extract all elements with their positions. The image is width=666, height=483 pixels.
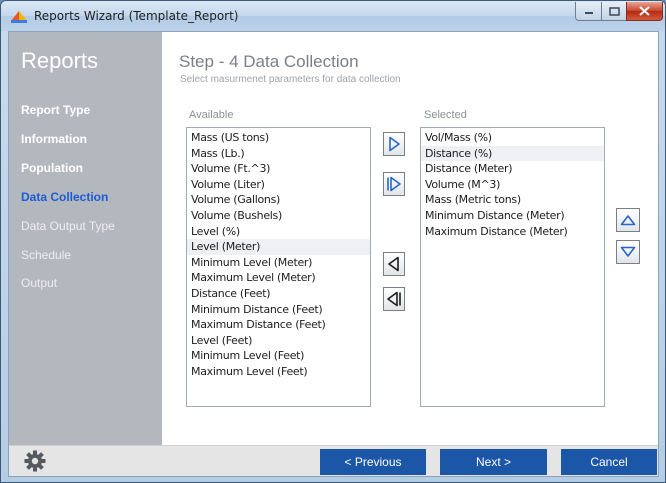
list-item[interactable]: Distance (Meter)	[421, 161, 604, 177]
nav-information[interactable]: Information	[21, 132, 87, 146]
list-item[interactable]: Vol/Mass (%)	[421, 130, 604, 146]
previous-button[interactable]: < Previous	[320, 449, 426, 475]
close-button[interactable]	[626, 2, 663, 21]
list-item[interactable]: Maximum Level (Feet)	[187, 364, 370, 380]
title-bar[interactable]: Reports Wizard (Template_Report)	[1, 1, 665, 31]
app-logo-icon	[11, 11, 27, 23]
move-up-button[interactable]	[616, 208, 640, 232]
available-listbox[interactable]: Mass (US tons) Mass (Lb.) Volume (Ft.^3) Vo…	[186, 127, 371, 407]
minimize-button[interactable]	[575, 2, 602, 21]
add-button[interactable]	[383, 132, 405, 156]
list-item[interactable]: Distance (Feet)	[187, 286, 370, 302]
list-item[interactable]: Volume (Ft.^3)	[187, 161, 370, 177]
play-left-icon	[388, 256, 399, 272]
list-item[interactable]: Minimum Level (Meter)	[187, 255, 370, 271]
maximize-button[interactable]	[601, 2, 627, 21]
remove-all-button[interactable]	[383, 287, 405, 311]
list-item[interactable]: Level (%)	[187, 224, 370, 240]
list-item[interactable]: Maximum Distance (Feet)	[187, 317, 370, 333]
close-icon	[639, 6, 650, 16]
list-item[interactable]: Maximum Level (Meter)	[187, 270, 370, 286]
nav-data-output-type[interactable]: Data Output Type	[21, 219, 115, 233]
list-item[interactable]: Mass (US tons)	[187, 130, 370, 146]
list-item[interactable]: Minimum Level (Feet)	[187, 348, 370, 364]
play-right-icon	[389, 136, 400, 152]
sidebar-title: Reports	[21, 48, 99, 73]
selected-label: Selected	[424, 109, 467, 121]
cancel-button[interactable]: Cancel	[561, 449, 657, 475]
list-item[interactable]: Volume (Bushels)	[187, 208, 370, 224]
nav-output[interactable]: Output	[21, 276, 57, 290]
list-item[interactable]: Minimum Distance (Meter)	[421, 208, 604, 224]
nav-schedule[interactable]: Schedule	[21, 248, 71, 262]
add-all-button[interactable]	[383, 172, 405, 196]
wizard-window: Reports Wizard (Template_Report) Reports…	[0, 0, 666, 483]
wizard-body: Reports Report Type Information Populati…	[8, 31, 659, 477]
nav-population[interactable]: Population	[21, 161, 83, 175]
remove-button[interactable]	[383, 252, 405, 276]
next-button[interactable]: Next >	[440, 449, 547, 475]
nav-data-collection[interactable]: Data Collection	[21, 190, 108, 204]
list-item[interactable]: Maximum Distance (Meter)	[421, 224, 604, 240]
step-title: Step - 4 Data Collection	[179, 52, 359, 71]
double-play-right-icon	[387, 176, 401, 192]
wizard-footer: < Previous Next > Cancel	[9, 445, 658, 476]
step-subtitle: Select masurmenet parameters for data co…	[180, 74, 401, 85]
double-play-left-icon	[387, 291, 401, 307]
list-item[interactable]: Distance (%)	[421, 145, 604, 162]
selected-listbox[interactable]: Vol/Mass (%) Distance (%) Distance (Meter)…	[420, 127, 605, 407]
minimize-icon	[584, 12, 593, 14]
list-item[interactable]: Level (Feet)	[187, 333, 370, 349]
list-item[interactable]: Mass (Metric tons)	[421, 192, 604, 208]
list-item[interactable]: Level (Meter)	[187, 239, 370, 255]
list-item[interactable]: Volume (M^3)	[421, 177, 604, 193]
list-item[interactable]: Volume (Liter)	[187, 177, 370, 193]
available-label: Available	[189, 109, 234, 121]
wizard-sidebar: Reports Report Type Information Populati…	[9, 32, 162, 445]
list-item[interactable]: Volume (Gallons)	[187, 192, 370, 208]
triangle-down-icon	[620, 246, 636, 257]
triangle-up-icon	[620, 215, 636, 226]
move-down-button[interactable]	[616, 240, 640, 264]
gear-icon[interactable]	[24, 450, 46, 472]
window-title: Reports Wizard (Template_Report)	[34, 9, 239, 23]
nav-report-type[interactable]: Report Type	[21, 103, 90, 117]
list-item[interactable]: Minimum Distance (Feet)	[187, 302, 370, 318]
list-item[interactable]: Mass (Lb.)	[187, 146, 370, 162]
maximize-icon	[608, 6, 620, 16]
